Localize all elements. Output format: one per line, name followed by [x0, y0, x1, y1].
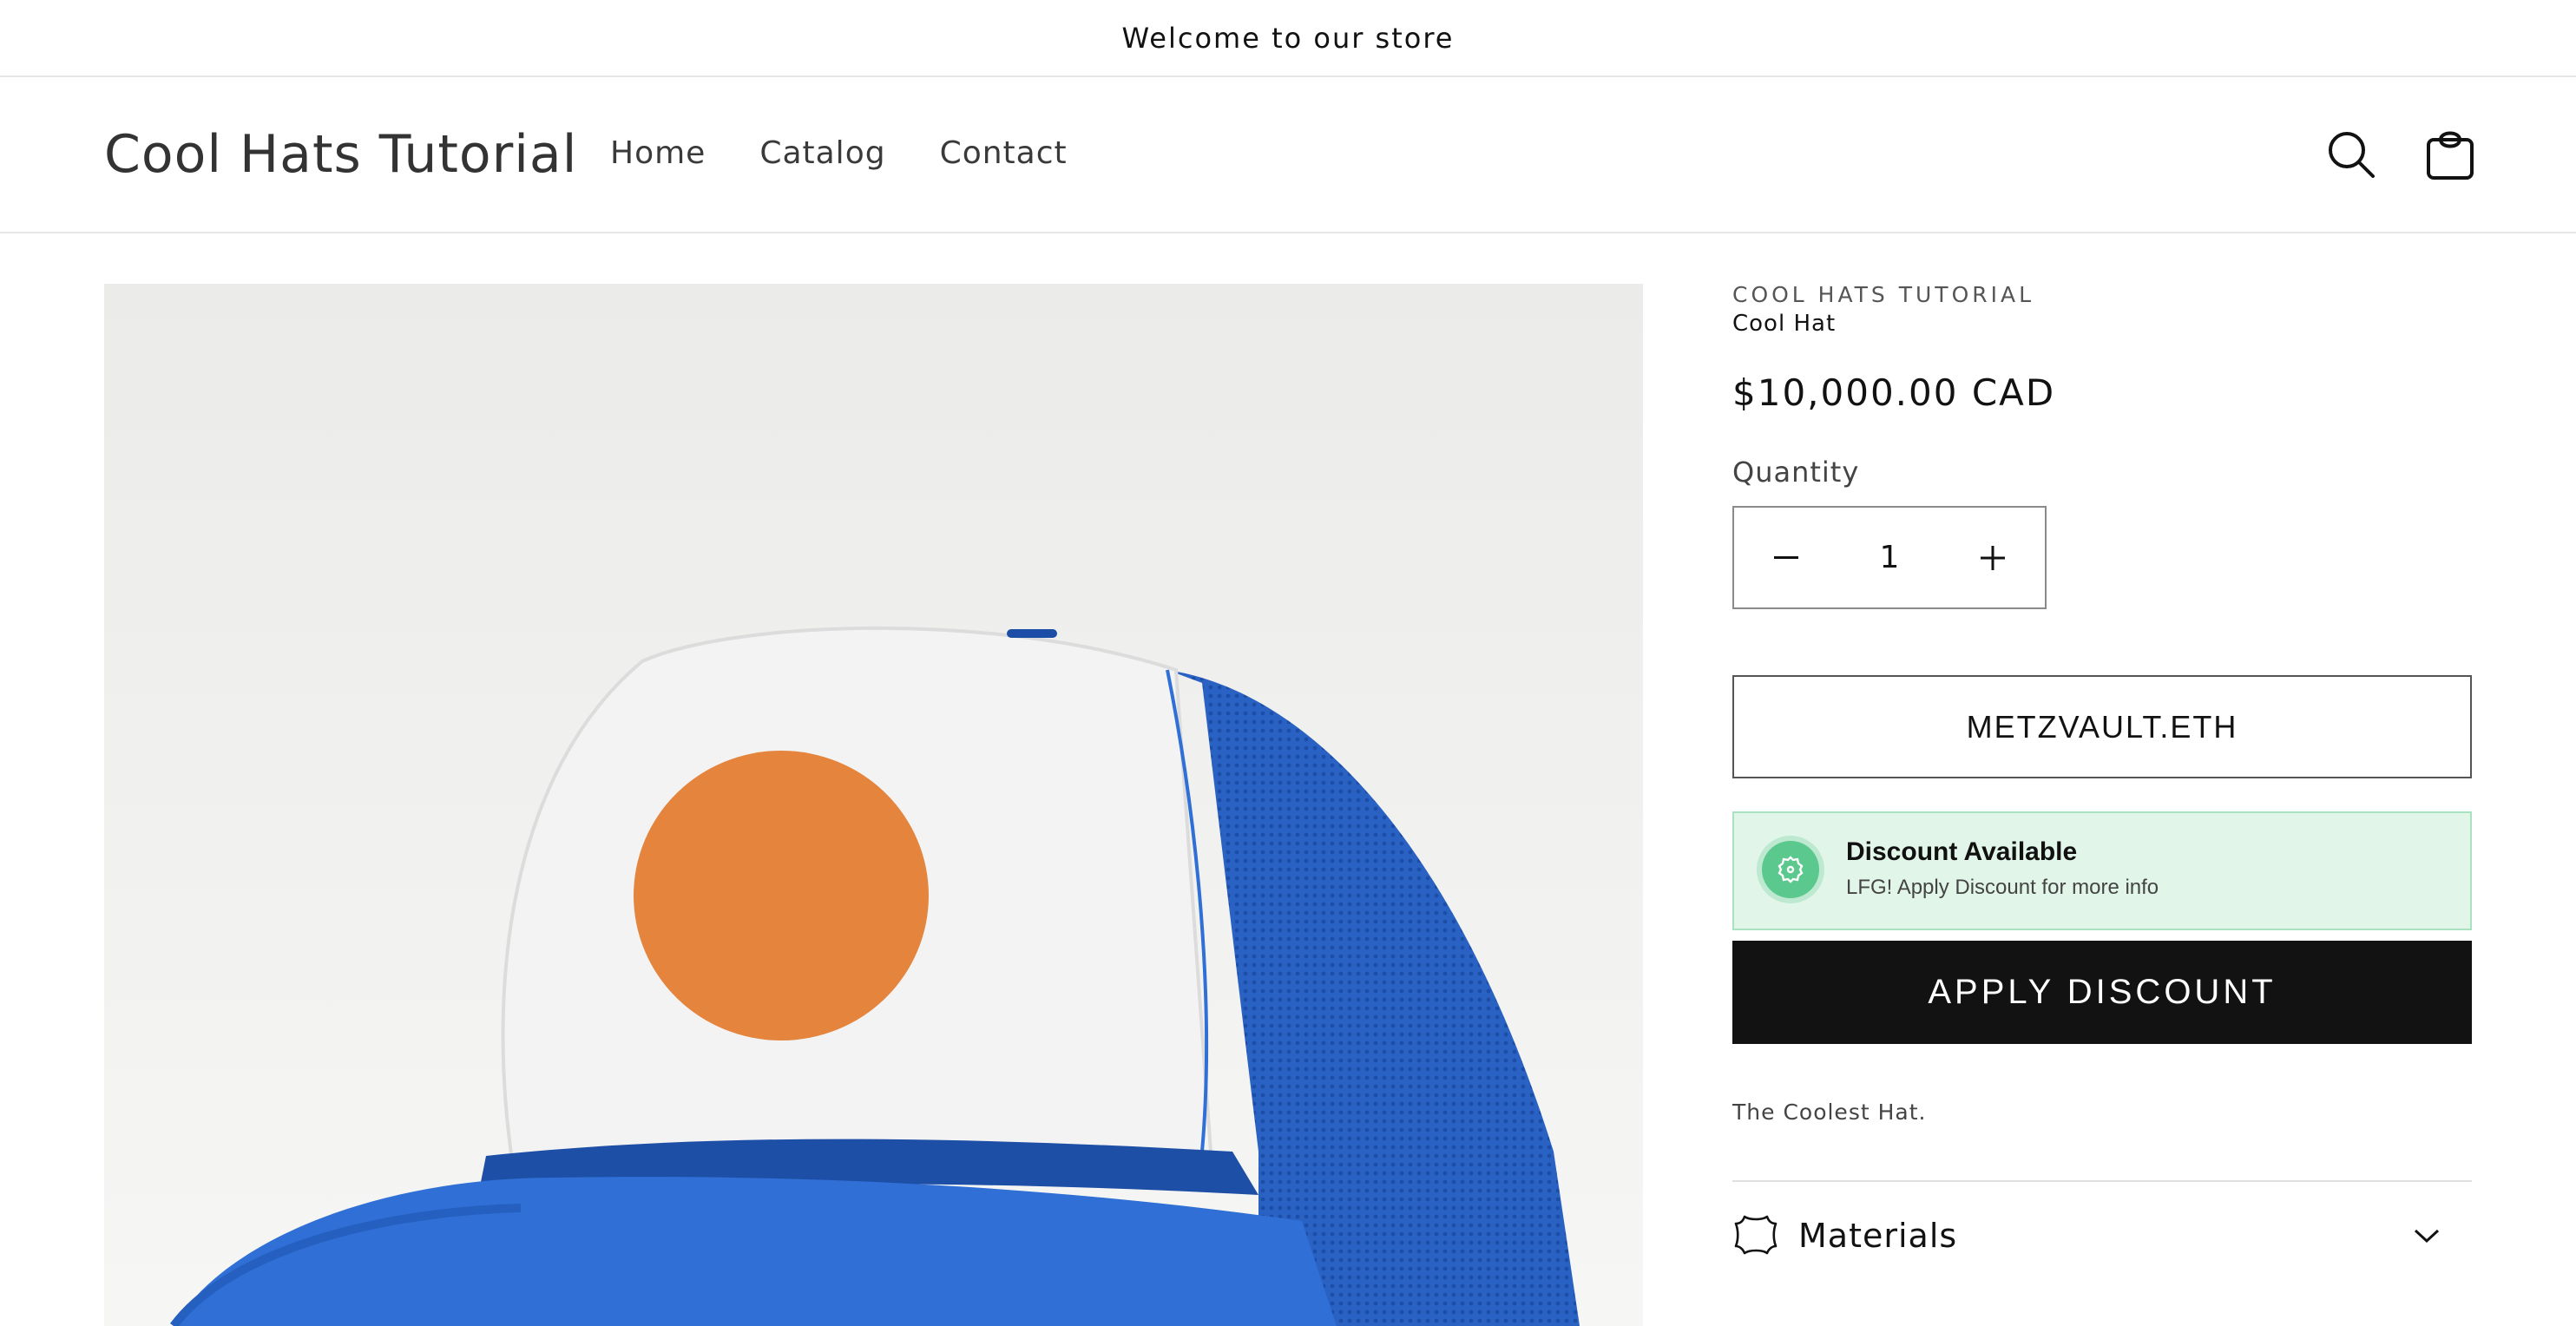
product-info: COOL HATS TUTORIAL Cool Hat $10,000.00 C… [1732, 282, 2472, 1293]
discount-badge-icon [1762, 841, 1819, 898]
store-logo[interactable]: Cool Hats Tutorial [104, 124, 577, 185]
cart-icon[interactable] [2423, 128, 2477, 181]
quantity-stepper: 1 [1732, 506, 2047, 609]
nav-home[interactable]: Home [610, 135, 706, 171]
leather-icon [1732, 1211, 1779, 1258]
apply-discount-button[interactable]: APPLY DISCOUNT [1732, 941, 2472, 1044]
quantity-value[interactable]: 1 [1880, 540, 1900, 575]
product-vendor: COOL HATS TUTORIAL [1732, 282, 2035, 307]
nav-contact[interactable]: Contact [940, 135, 1068, 171]
search-icon[interactable] [2324, 128, 2378, 181]
minus-icon[interactable] [1769, 541, 1804, 575]
announcement-bar: Welcome to our store [0, 0, 2576, 77]
quantity-label: Quantity [1732, 456, 1860, 489]
discount-title: Discount Available [1846, 837, 2078, 866]
wallet-button[interactable]: METZVAULT.ETH [1732, 675, 2472, 778]
plus-icon[interactable] [1975, 541, 2010, 575]
accordion-label: Materials [1798, 1217, 1958, 1255]
nav-catalog[interactable]: Catalog [759, 135, 885, 171]
product-price: $10,000.00 CAD [1732, 371, 2056, 414]
product-description: The Coolest Hat. [1732, 1100, 1927, 1125]
chevron-down-icon [2413, 1227, 2441, 1244]
materials-accordion[interactable]: Materials [1732, 1180, 2472, 1293]
product-image[interactable] [104, 284, 1643, 1326]
site-header: Cool Hats Tutorial Home Catalog Contact [0, 77, 2576, 233]
announcement-text: Welcome to our store [1121, 21, 1455, 55]
product-title: Cool Hat [1732, 311, 1837, 337]
discount-banner: Discount Available LFG! Apply Discount f… [1732, 811, 2472, 930]
main-nav: Home Catalog Contact [610, 135, 1068, 171]
discount-subtitle: LFG! Apply Discount for more info [1846, 876, 2159, 899]
